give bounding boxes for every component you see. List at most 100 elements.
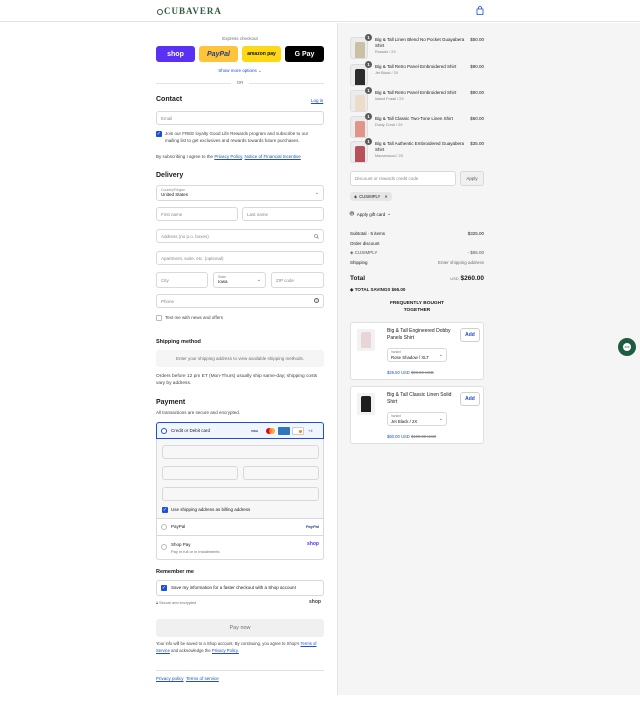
item-price: $35.00 [470,141,484,146]
upsell-product-name[interactable]: Big & Tall Classic Linen Solid Shirt [387,392,455,406]
first-name-field[interactable]: First name [156,207,238,221]
rewards-text: Join our FREE loyalty Good Life Rewards … [165,131,309,143]
apply-gift-card-toggle[interactable]: 🎁︎ Apply gift card ⌄ [349,211,391,217]
remove-discount-icon[interactable]: ✕ [384,194,388,199]
country-value: United States [161,192,189,197]
item-price: $90.00 [470,90,484,95]
item-name: Big & Tall Authentic Embroidered Guayabe… [375,141,464,158]
pay-now-button[interactable]: Pay now [156,619,324,637]
shop-pay-sub: Pay in full or in installments [171,549,220,554]
save-info-option[interactable]: ✓ Save my information for a faster check… [156,580,324,596]
frequently-bought-title: FREQUENTLY BOUGHT TOGETHER [389,301,445,313]
financial-incentive-link[interactable]: Notice of Financial Incentive [245,154,301,159]
show-more-options-link[interactable]: Show more options ⌄ [156,68,324,74]
shop-pay-radio[interactable] [161,544,167,550]
paypal-button[interactable]: PayPal [199,46,238,62]
paypal-label: PayPal [171,524,186,529]
variant-select[interactable]: Variant Rose Shadow / XLT ⌄ [387,348,447,362]
upsell-product-name[interactable]: Big & Tall Engineered Dobby Panels Shirt [387,328,455,342]
shirt-image [361,396,371,412]
paypal-radio[interactable] [161,524,167,530]
item-name: Big & Tall Retro Panel Embroidered Shirt… [375,90,465,102]
shirt-image [361,332,371,348]
upsell-price-row: $29.50 USD $99.00 USD [387,370,434,375]
city-field[interactable]: City [156,272,208,288]
expiration-field[interactable] [162,466,238,480]
discount-code-input[interactable]: Discount or rewards credit code [350,171,456,186]
text-me-checkbox[interactable] [156,315,162,321]
legal-text: Your info will be saved to a Shop accoun… [156,641,317,653]
card-number-field[interactable] [162,445,319,459]
add-to-cart-button[interactable]: Add [460,392,480,406]
shirt-image [355,121,365,137]
country-select[interactable]: Country/Region United States ⌄ [156,185,324,201]
footer-links: Privacy policy Terms of service [156,676,219,681]
address-field[interactable]: Address (no p.o. boxes) [156,229,324,243]
shirt-image [355,146,365,162]
item-name: Big & Tall Linen Blend No Pocket Guayabe… [375,37,465,54]
footer-privacy-link[interactable]: Privacy policy [156,676,184,681]
upsell-card: Big & Tall Engineered Dobby Panels Shirt… [350,322,484,380]
state-select[interactable]: State Iowa ⌄ [213,272,266,288]
apply-discount-button[interactable]: Apply [460,171,484,186]
rewards-checkbox[interactable]: ✓ [156,131,162,137]
credit-card-radio[interactable] [161,428,167,434]
delivery-title: Delivery [156,172,184,179]
chat-icon [623,343,631,351]
cart-item: 1 Big & Tall Retro Panel Embroidered Shi… [350,61,486,86]
shipping-method-placeholder: Enter your shipping address to view avai… [156,350,324,367]
tag-icon: ◈ [354,194,358,199]
chevron-down-icon: ⌄ [438,416,443,422]
shop-pay-option[interactable]: Shop Pay Pay in full or in installments … [156,536,324,560]
cart-item: 1 Big & Tall Classic Two-Tone Linen Shir… [350,113,486,138]
chat-widget-button[interactable] [618,338,636,356]
apartment-field[interactable]: Apartment, suite, etc. (optional) [156,251,324,265]
item-variant: Mauvewood / 2X [375,154,404,158]
discount-code-row: ◈ CUSIMPLY - $65.00 [350,250,484,255]
product-image[interactable] [357,329,375,351]
variant-select[interactable]: Variant Jet Black / 2X ⌄ [387,412,447,426]
shipping-value: Enter shipping address [437,260,484,265]
total-value: $260.00 [460,275,485,282]
product-thumbnail [350,37,368,59]
total-row: Total USD $260.00 [350,275,484,282]
last-name-field[interactable]: Last name [242,207,324,221]
name-on-card-field[interactable] [162,487,319,501]
footer-terms-link[interactable]: Terms of service [186,676,219,681]
amazon-pay-button[interactable]: amazon pay [242,46,281,62]
email-field[interactable]: Email [156,111,324,125]
tag-icon: ◈ [350,287,354,292]
zip-field[interactable]: ZIP code [271,272,324,288]
product-image[interactable] [357,393,375,415]
shop-logo-icon: shop [309,599,321,605]
total-savings-row: ◈ TOTAL SAVINGS $65.00 [350,287,406,292]
upsell-price-row: $60.00 USD $100.00 USD [387,434,436,439]
shop-pay-button[interactable]: shop [156,46,195,62]
billing-checkbox[interactable]: ✓ [162,507,168,513]
sale-price: $60.00 USD [387,434,410,439]
security-code-field[interactable] [243,466,319,480]
or-separator: OR [231,80,249,85]
shop-pay-logo-icon: shop [307,541,319,547]
subtotal-value: $325.00 [467,231,484,236]
discount-value: - $65.00 [467,250,484,255]
phone-field[interactable]: Phone ? [156,294,324,308]
credit-card-option[interactable]: Credit or Debit card VISA +4 [156,422,324,439]
paypal-option[interactable]: PayPal PayPal [156,519,324,536]
text-me-label: Text me with news and offers [165,315,223,320]
add-to-cart-button[interactable]: Add [460,328,480,342]
google-pay-button[interactable]: G Pay [285,46,324,62]
chevron-down-icon: ⌄ [256,277,261,283]
amex-icon [278,427,290,435]
privacy-policy-link[interactable]: Privacy Policy [214,154,242,159]
save-info-checkbox[interactable]: ✓ [161,585,167,591]
logo-mark-icon [157,9,163,15]
shop-privacy-link[interactable]: Privacy Policy. [212,648,239,653]
subtotal-row: Subtotal · 5 items $325.00 [350,231,484,236]
shopping-bag-icon[interactable] [476,6,484,15]
quantity-badge: 1 [365,113,372,120]
help-icon[interactable]: ? [314,298,319,303]
logo[interactable]: CUBAVERA [157,6,222,16]
login-link[interactable]: Log in [311,98,323,103]
quantity-badge: 1 [365,61,372,68]
